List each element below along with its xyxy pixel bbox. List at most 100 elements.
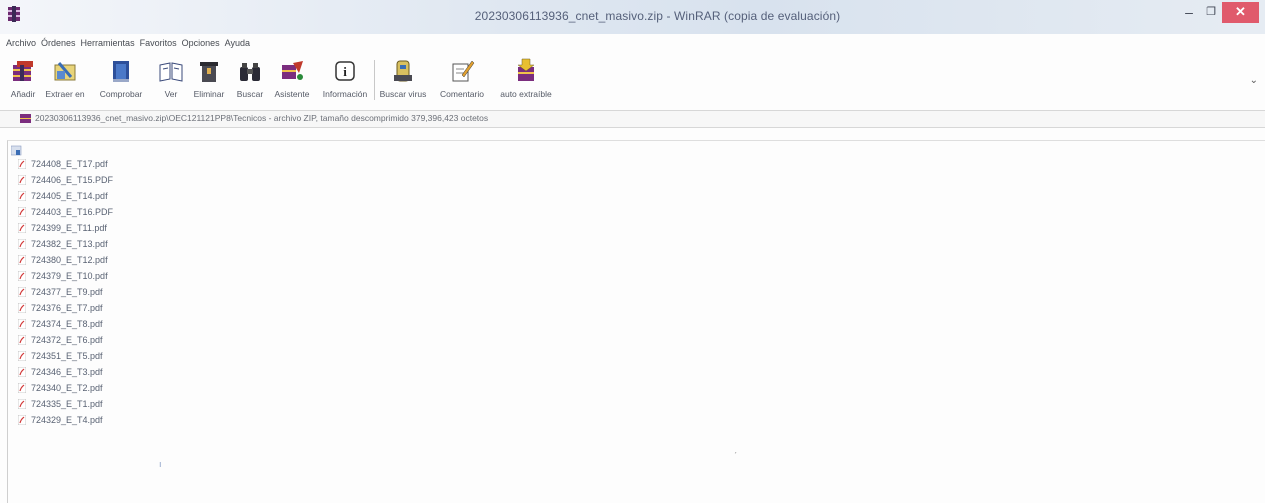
delete-button[interactable]: Eliminar — [190, 54, 228, 106]
comment-label: Comentario — [440, 89, 484, 99]
file-name: 724351_E_T5.pdf — [31, 351, 103, 361]
menu-opciones[interactable]: Opciones — [182, 38, 220, 54]
file-name: 724377_E_T9.pdf — [31, 287, 103, 297]
delete-trash-icon — [200, 62, 218, 82]
binoculars-icon — [240, 63, 260, 81]
wizard-button[interactable]: Asistente — [270, 54, 314, 106]
list-item[interactable]: 724374_E_T8.pdf — [18, 316, 113, 332]
self-extract-icon — [517, 58, 535, 81]
file-name: 724372_E_T6.pdf — [31, 335, 103, 345]
list-item[interactable]: 724399_E_T11.pdf — [18, 220, 113, 236]
pdf-file-icon — [18, 415, 26, 425]
menu-herramientas[interactable]: Herramientas — [81, 38, 135, 54]
pdf-file-icon — [18, 319, 26, 329]
list-item[interactable]: 724346_E_T3.pdf — [18, 364, 113, 380]
file-name: 724380_E_T12.pdf — [31, 255, 108, 265]
pdf-file-icon — [18, 175, 26, 185]
pdf-file-icon — [18, 367, 26, 377]
menu-bar: Archivo Órdenes Herramientas Favoritos O… — [0, 38, 250, 54]
window-title-text: 20230306113936_cnet_masivo.zip - WinRAR … — [474, 9, 841, 23]
file-name: 724382_E_T13.pdf — [31, 239, 108, 249]
file-name: 724335_E_T1.pdf — [31, 399, 103, 409]
menu-ordenes[interactable]: Órdenes — [41, 38, 76, 54]
file-list[interactable]: 724408_E_T17.pdf 724406_E_T15.PDF 724405… — [7, 140, 1265, 503]
test-book-icon — [113, 61, 129, 82]
list-item[interactable]: 724372_E_T6.pdf — [18, 332, 113, 348]
extract-label: Extraer en — [45, 89, 85, 99]
list-item[interactable]: 724403_E_T16.PDF — [18, 204, 113, 220]
toolbar: Añadir Extraer en Comprobar Ver Eliminar… — [0, 54, 1265, 106]
list-item[interactable]: 724376_E_T7.pdf — [18, 300, 113, 316]
list-item[interactable]: 724340_E_T2.pdf — [18, 380, 113, 396]
list-item[interactable]: 724335_E_T1.pdf — [18, 396, 113, 412]
info-button[interactable]: i Información — [318, 54, 372, 106]
file-name: 724379_E_T10.pdf — [31, 271, 108, 281]
list-item[interactable]: 724382_E_T13.pdf — [18, 236, 113, 252]
file-name: 724399_E_T11.pdf — [31, 223, 107, 233]
file-name: 724340_E_T2.pdf — [31, 383, 103, 393]
extract-button[interactable]: Extraer en — [40, 54, 90, 106]
wizard-icon — [282, 61, 303, 80]
find-button[interactable]: Buscar — [232, 54, 268, 106]
list-item[interactable]: 724405_E_T14.pdf — [18, 188, 113, 204]
add-button[interactable]: Añadir — [8, 54, 38, 106]
virus-scan-icon — [394, 60, 412, 82]
pdf-file-icon — [18, 159, 26, 169]
list-item[interactable]: 724329_E_T4.pdf — [18, 412, 113, 428]
sfx-button[interactable]: auto extraíble — [496, 54, 556, 106]
close-button[interactable]: ✕ — [1222, 2, 1259, 23]
sfx-label: auto extraíble — [500, 89, 552, 99]
extract-folder-icon — [54, 62, 76, 81]
list-item[interactable]: 724406_E_T15.PDF — [18, 172, 113, 188]
pdf-file-icon — [18, 271, 26, 281]
pdf-file-icon — [18, 191, 26, 201]
file-name: 724329_E_T4.pdf — [31, 415, 103, 425]
scan-mark: ı — [159, 459, 162, 469]
maximize-button[interactable]: ❐ — [1200, 2, 1222, 23]
virus-scan-button[interactable]: Buscar virus — [378, 54, 428, 106]
list-item[interactable]: 724380_E_T12.pdf — [18, 252, 113, 268]
address-bar[interactable]: 20230306113936_cnet_masivo.zip\OEC121121… — [0, 110, 1265, 128]
view-book-icon — [159, 62, 183, 82]
virus-scan-label: Buscar virus — [379, 89, 427, 99]
file-name: 724403_E_T16.PDF — [31, 207, 114, 217]
list-item[interactable]: 724377_E_T9.pdf — [18, 284, 113, 300]
menu-archivo[interactable]: Archivo — [6, 38, 36, 54]
file-name: 724346_E_T3.pdf — [31, 367, 103, 377]
pdf-file-icon — [18, 223, 26, 233]
comment-button[interactable]: Comentario — [432, 54, 492, 106]
test-label: Comprobar — [99, 89, 143, 99]
view-label: Ver — [164, 89, 178, 99]
pdf-file-icon — [18, 255, 26, 265]
pdf-file-icon — [18, 335, 26, 345]
list-item[interactable]: 724379_E_T10.pdf — [18, 268, 113, 284]
file-rows: 724408_E_T17.pdf 724406_E_T15.PDF 724405… — [18, 156, 113, 428]
pdf-file-icon — [18, 287, 26, 297]
add-archive-icon — [13, 61, 33, 81]
comment-pencil-icon — [452, 60, 475, 82]
parent-folder-icon[interactable] — [11, 144, 23, 156]
test-button[interactable]: Comprobar — [94, 54, 148, 106]
list-item[interactable]: 724408_E_T17.pdf — [18, 156, 113, 172]
menu-favoritos[interactable]: Favoritos — [140, 38, 177, 54]
toolbar-overflow-chevron-icon[interactable]: ⌄ — [1250, 75, 1258, 86]
info-label: Información — [322, 89, 368, 99]
address-path: 20230306113936_cnet_masivo.zip\OEC121121… — [35, 113, 489, 123]
window-title: 20230306113936_cnet_masivo.zip - WinRAR … — [0, 9, 1265, 23]
find-label: Buscar — [236, 89, 264, 99]
file-name: 724406_E_T15.PDF — [31, 175, 114, 185]
pdf-file-icon — [18, 383, 26, 393]
wizard-label: Asistente — [274, 89, 310, 99]
pdf-file-icon — [18, 303, 26, 313]
pdf-file-icon — [18, 239, 26, 249]
pdf-file-icon — [18, 351, 26, 361]
archive-path-icon — [20, 114, 31, 123]
list-item[interactable]: 724351_E_T5.pdf — [18, 348, 113, 364]
file-name: 724405_E_T14.pdf — [31, 191, 108, 201]
minimize-button[interactable]: – — [1178, 2, 1200, 23]
menu-ayuda[interactable]: Ayuda — [225, 38, 250, 54]
pdf-file-icon — [18, 399, 26, 409]
file-name: 724374_E_T8.pdf — [31, 319, 103, 329]
view-button[interactable]: Ver — [156, 54, 186, 106]
svg-text:i: i — [343, 64, 347, 79]
